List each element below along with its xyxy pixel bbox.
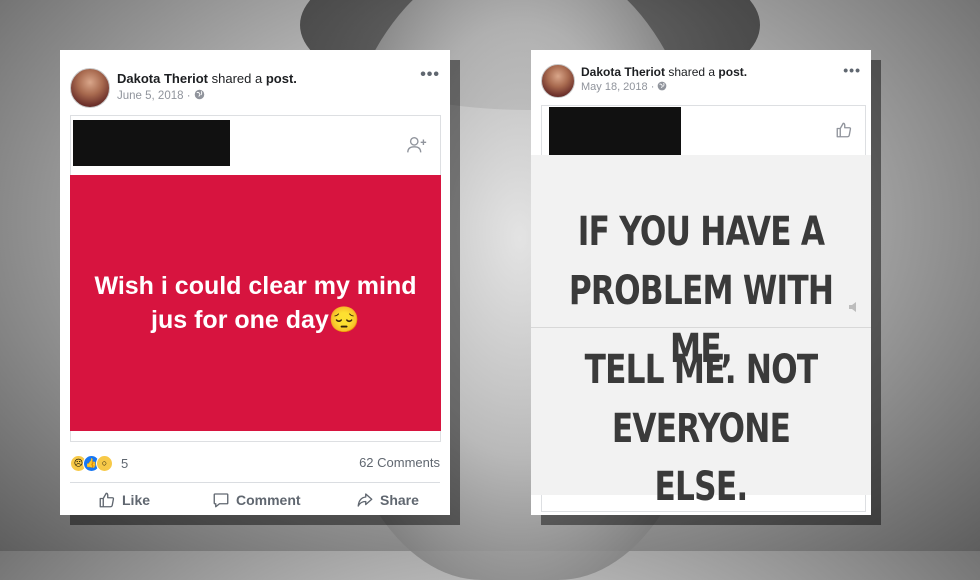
post-header: Dakota Theriot shared a post. May 18, 20… xyxy=(541,62,861,108)
redacted-name-block xyxy=(549,107,681,155)
comment-button[interactable]: Comment xyxy=(212,491,301,509)
reaction-count: 5 xyxy=(121,456,129,471)
avatar[interactable] xyxy=(541,64,575,98)
post-date-line: June 5, 2018 · xyxy=(117,89,205,102)
text-post-background: Wish i could clear my mind jus for one d… xyxy=(70,175,441,431)
shared-text: shared a xyxy=(668,65,716,79)
avatar[interactable] xyxy=(70,68,110,108)
more-options-icon[interactable]: ••• xyxy=(843,62,861,78)
meme-line-1: IF YOU HAVE A xyxy=(577,209,825,255)
add-friend-icon[interactable] xyxy=(406,134,428,156)
meme-image: IF YOU HAVE A PROBLEM WITH ME, TELL ME. … xyxy=(531,155,871,510)
author-name[interactable]: Dakota Theriot xyxy=(117,71,208,86)
shared-text: shared a xyxy=(211,71,263,86)
globe-icon xyxy=(194,89,205,100)
redacted-name-block xyxy=(73,120,230,166)
comments-count[interactable]: 62 Comments xyxy=(359,455,440,470)
meme-divider xyxy=(531,327,871,328)
meme-line-3: TELL ME. NOT xyxy=(584,347,819,393)
wow-reaction-icon: ○ xyxy=(96,455,113,472)
share-label: Share xyxy=(380,492,419,508)
meme-line-4: EVERYONE ELSE. xyxy=(611,406,791,510)
post-date[interactable]: May 18, 2018 · xyxy=(581,81,657,93)
post-date-line: May 18, 2018 · xyxy=(581,81,667,93)
share-icon xyxy=(357,493,373,507)
like-page-icon[interactable] xyxy=(835,121,853,139)
comment-label: Comment xyxy=(236,492,301,508)
more-options-icon[interactable]: ••• xyxy=(420,66,440,84)
post-text: Wish i could clear my mind jus for one d… xyxy=(94,272,417,334)
like-icon xyxy=(99,492,115,508)
facebook-post-card-left: Dakota Theriot shared a post. June 5, 20… xyxy=(60,50,450,515)
like-label: Like xyxy=(122,492,151,508)
share-button[interactable]: Share xyxy=(356,491,419,509)
post-author-line: Dakota Theriot shared a post. xyxy=(117,71,297,86)
post-action-bar: Like Comment Share xyxy=(70,482,440,517)
globe-icon xyxy=(658,81,667,91)
post-link[interactable]: post. xyxy=(266,71,297,86)
post-author-line: Dakota Theriot shared a post. xyxy=(581,65,747,79)
post-link[interactable]: post. xyxy=(718,65,747,79)
speaker-icon[interactable] xyxy=(847,299,863,315)
comment-icon xyxy=(213,493,229,508)
author-name[interactable]: Dakota Theriot xyxy=(581,65,665,79)
like-button[interactable]: Like xyxy=(98,491,150,509)
post-header: Dakota Theriot shared a post. June 5, 20… xyxy=(70,66,440,112)
facebook-post-card-right: Dakota Theriot shared a post. May 18, 20… xyxy=(531,50,871,515)
post-date[interactable]: June 5, 2018 · xyxy=(117,90,194,102)
